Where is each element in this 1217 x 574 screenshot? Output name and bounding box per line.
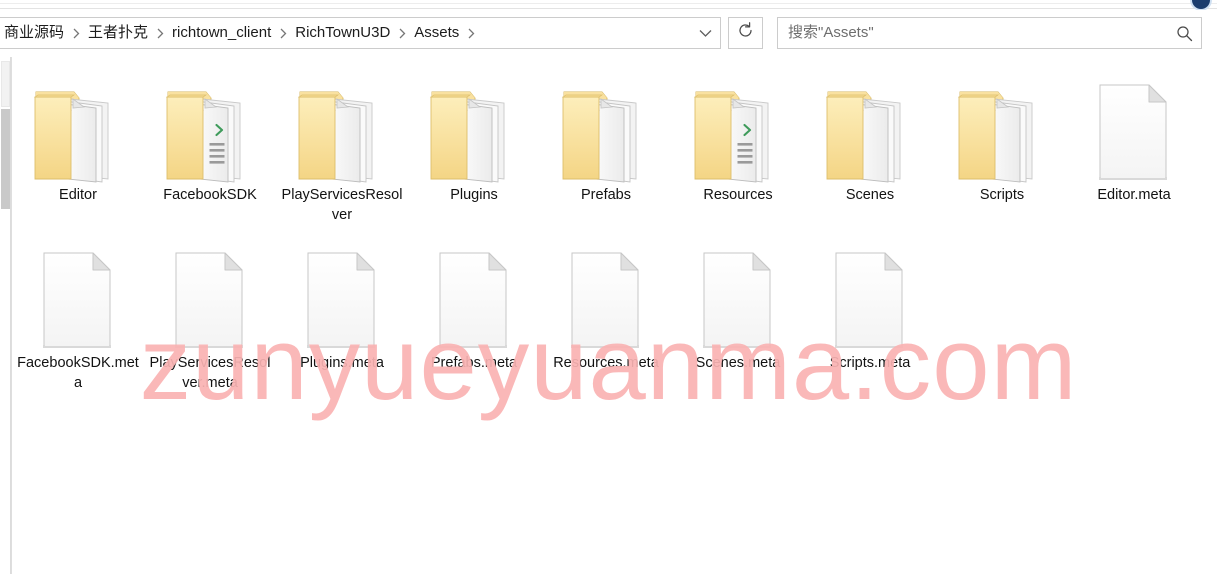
- item-label: Scripts: [979, 187, 1025, 203]
- file-explorer-window: 商业源码 王者扑克 richtown_client RichTownU3D As…: [0, 0, 1217, 574]
- folder-item[interactable]: Scenes: [804, 65, 936, 205]
- search-icon[interactable]: [1167, 18, 1201, 48]
- file-list-pane: Editor FacebookSDK PlayServicesResolver …: [0, 57, 1217, 574]
- refresh-icon: [737, 22, 754, 44]
- folder-documents-icon[interactable]: [804, 65, 936, 183]
- item-label: Editor: [59, 187, 97, 203]
- address-bar[interactable]: 商业源码 王者扑克 richtown_client RichTownU3D As…: [0, 17, 721, 49]
- chevron-right-icon: [68, 28, 84, 39]
- folder-item[interactable]: PlayServicesResolver: [276, 65, 408, 225]
- item-label: Scenes.meta: [695, 355, 781, 371]
- folder-documents-icon[interactable]: [12, 65, 144, 183]
- item-label: Resources: [703, 187, 773, 203]
- search-input[interactable]: 搜索"Assets": [778, 23, 1167, 43]
- nav-pane-scrollbar-thumb[interactable]: [1, 61, 10, 107]
- blank-document-icon[interactable]: [672, 233, 804, 351]
- breadcrumb-item-2[interactable]: richtown_client: [168, 21, 275, 45]
- folder-documents-icon[interactable]: [408, 65, 540, 183]
- refresh-button[interactable]: [728, 17, 763, 49]
- blank-document-icon[interactable]: [276, 233, 408, 351]
- item-label: PlayServicesResolver: [281, 187, 403, 223]
- blank-document-icon[interactable]: [408, 233, 540, 351]
- file-item[interactable]: Scenes.meta: [672, 233, 804, 373]
- folder-documents-icon[interactable]: [540, 65, 672, 183]
- item-label: Prefabs.meta: [430, 355, 518, 371]
- icon-grid: Editor FacebookSDK PlayServicesResolver …: [12, 57, 1217, 574]
- file-item[interactable]: Editor.meta: [1068, 65, 1200, 205]
- blank-document-icon[interactable]: [540, 233, 672, 351]
- folder-documents-icon[interactable]: [936, 65, 1068, 183]
- file-item[interactable]: FacebookSDK.meta: [12, 233, 144, 393]
- item-label: Scenes: [845, 187, 895, 203]
- breadcrumb-item-1[interactable]: 王者扑克: [84, 21, 152, 45]
- breadcrumb: 商业源码 王者扑克 richtown_client RichTownU3D As…: [0, 18, 690, 48]
- nav-pane-scrollbar-track[interactable]: [1, 109, 10, 209]
- item-label: Resources.meta: [553, 355, 659, 371]
- chevron-right-icon: [275, 28, 291, 39]
- folder-item[interactable]: Prefabs: [540, 65, 672, 205]
- blank-document-icon[interactable]: [1068, 65, 1200, 183]
- chevron-right-icon: [394, 28, 410, 39]
- chevron-right-icon: [463, 28, 479, 39]
- item-label: FacebookSDK: [163, 187, 257, 203]
- chevron-down-icon[interactable]: [690, 18, 720, 48]
- item-label: Plugins.meta: [300, 355, 384, 371]
- item-label: Editor.meta: [1097, 187, 1171, 203]
- navigation-toolbar: 商业源码 王者扑克 richtown_client RichTownU3D As…: [0, 10, 1217, 56]
- item-label: Scripts.meta: [829, 355, 911, 371]
- file-item[interactable]: Plugins.meta: [276, 233, 408, 373]
- item-label: FacebookSDK.meta: [17, 355, 139, 391]
- item-label: Prefabs: [581, 187, 631, 203]
- blank-document-icon[interactable]: [144, 233, 276, 351]
- chevron-right-icon: [152, 28, 168, 39]
- breadcrumb-item-3[interactable]: RichTownU3D: [291, 21, 394, 45]
- breadcrumb-item-0[interactable]: 商业源码: [0, 21, 68, 45]
- folder-item[interactable]: FacebookSDK: [144, 65, 276, 205]
- folder-item[interactable]: Plugins: [408, 65, 540, 205]
- breadcrumb-item-4[interactable]: Assets: [410, 21, 463, 45]
- file-item[interactable]: Prefabs.meta: [408, 233, 540, 373]
- file-item[interactable]: Resources.meta: [540, 233, 672, 373]
- folder-item[interactable]: Scripts: [936, 65, 1068, 205]
- item-label: Plugins: [450, 187, 498, 203]
- item-label: PlayServicesResolver.meta: [149, 355, 271, 391]
- folder-code-icon[interactable]: [672, 65, 804, 183]
- folder-item[interactable]: Resources: [672, 65, 804, 205]
- folder-code-icon[interactable]: [144, 65, 276, 183]
- nav-pane-scrollbar[interactable]: [0, 57, 11, 574]
- file-item[interactable]: Scripts.meta: [804, 233, 936, 373]
- file-item[interactable]: PlayServicesResolver.meta: [144, 233, 276, 393]
- folder-documents-icon[interactable]: [276, 65, 408, 183]
- folder-item[interactable]: Editor: [12, 65, 144, 205]
- search-box[interactable]: 搜索"Assets": [777, 17, 1202, 49]
- window-chrome-strip: [0, 0, 1217, 9]
- blank-document-icon[interactable]: [12, 233, 144, 351]
- blank-document-icon[interactable]: [804, 233, 936, 351]
